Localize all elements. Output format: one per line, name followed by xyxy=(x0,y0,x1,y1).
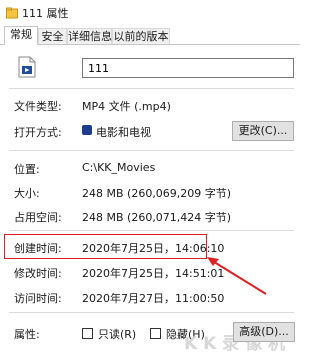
tab-security[interactable]: 安全 xyxy=(38,28,67,44)
hidden-checkbox[interactable] xyxy=(150,328,161,339)
file-type-value: MP4 文件 (.mp4) xyxy=(82,100,171,113)
separator xyxy=(9,88,294,89)
disk-size-value: 248 MB (260,071,424 字节) xyxy=(82,211,232,224)
modified-label: 修改时间: xyxy=(14,267,62,280)
tab-previous-versions[interactable]: 以前的版本 xyxy=(112,28,170,44)
title-bar: 111 属性 xyxy=(0,0,300,26)
annotation-highlight-box xyxy=(4,234,207,259)
advanced-button[interactable]: 高级(D)... xyxy=(233,322,295,342)
separator xyxy=(9,312,294,313)
size-value: 248 MB (260,069,209 字节) xyxy=(82,187,232,200)
tab-strip: 常规 安全 详细信息 以前的版本 xyxy=(0,26,300,45)
attributes-label: 属性: xyxy=(14,328,40,341)
accessed-label: 访问时间: xyxy=(14,292,62,305)
file-type-label: 文件类型: xyxy=(14,100,62,113)
modified-value: 2020年7月25日，14:51:01 xyxy=(82,267,225,280)
file-name-input[interactable] xyxy=(82,58,294,78)
accessed-value: 2020年7月27日，11:00:50 xyxy=(82,292,225,305)
size-label: 大小: xyxy=(14,187,40,200)
tab-general[interactable]: 常规 xyxy=(4,26,38,45)
separator xyxy=(9,150,294,151)
tab-details[interactable]: 详细信息 xyxy=(67,28,112,44)
change-button[interactable]: 更改(C)... xyxy=(232,121,294,141)
location-value: C:\KK_Movies xyxy=(82,161,156,174)
video-file-icon xyxy=(18,56,36,78)
location-label: 位置: xyxy=(14,163,40,176)
readonly-checkbox[interactable] xyxy=(82,328,93,339)
opens-with-label: 打开方式: xyxy=(14,126,62,139)
movies-tv-app-icon xyxy=(82,125,92,135)
readonly-label: 只读(R) xyxy=(98,328,137,341)
disk-size-label: 占用空间: xyxy=(14,211,62,224)
opens-with-value: 电影和电视 xyxy=(96,126,151,139)
folder-icon xyxy=(6,7,18,19)
separator xyxy=(9,230,294,231)
window-title: 111 属性 xyxy=(22,7,69,20)
